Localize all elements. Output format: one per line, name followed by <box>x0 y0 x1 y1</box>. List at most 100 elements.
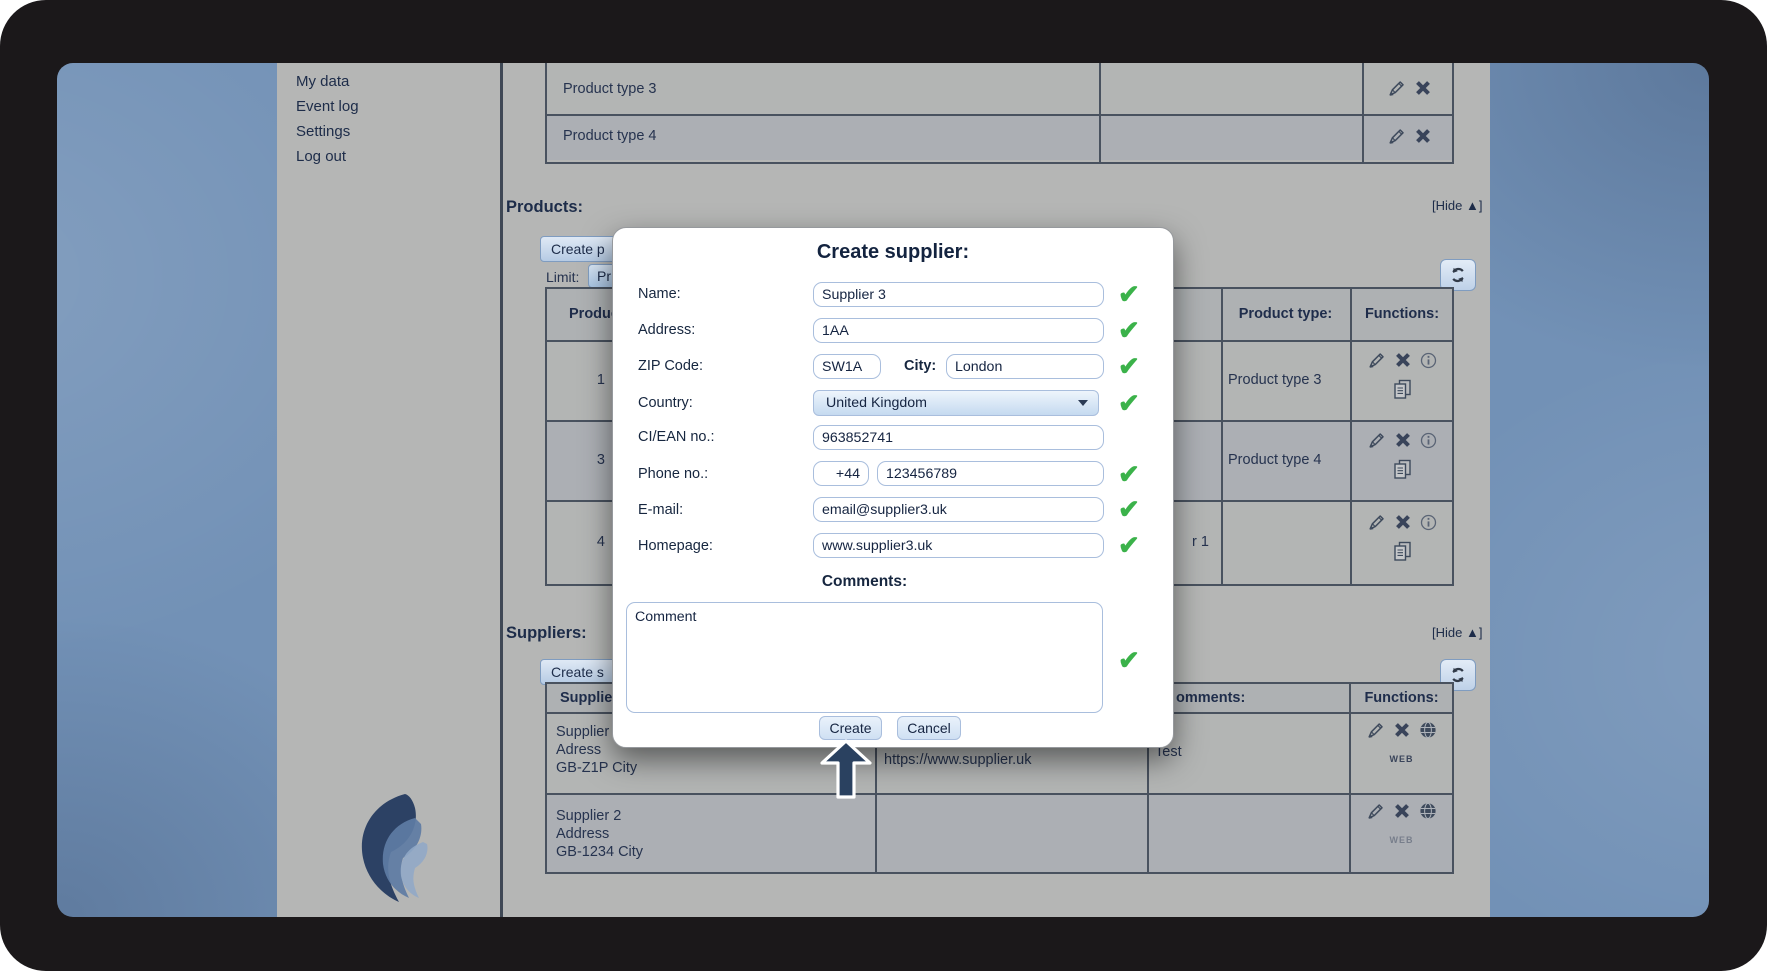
screenshot-stage: My data Event log Settings Log out Produ… <box>0 0 1767 971</box>
sidebar-panel <box>277 63 500 917</box>
country-select[interactable]: United Kingdom <box>813 390 1099 416</box>
globe-icon[interactable] <box>1419 802 1437 820</box>
edit-icon[interactable] <box>1368 513 1386 531</box>
products-heading: Products: <box>506 198 583 217</box>
ciean-field[interactable] <box>813 425 1104 450</box>
dialog-title: Create supplier: <box>613 241 1173 264</box>
delete-icon[interactable] <box>1415 128 1431 144</box>
suppliers-header-functions: Functions: <box>1349 690 1454 706</box>
web-link-label[interactable]: WEB <box>1349 754 1454 764</box>
delete-icon[interactable] <box>1395 432 1411 448</box>
ciean-label: CI/EAN no.: <box>638 429 715 445</box>
copy-icon[interactable] <box>1391 378 1414 401</box>
product-types-table: Product type 3 Product type 4 <box>545 63 1454 164</box>
sidebar-item-my-data[interactable]: My data <box>296 73 349 90</box>
table-row <box>547 63 1452 114</box>
info-icon[interactable] <box>1420 514 1437 531</box>
valid-check-icon: ✔ <box>1118 390 1140 416</box>
name-label: Name: <box>638 286 681 302</box>
product-no: 4 <box>547 534 605 550</box>
edit-icon[interactable] <box>1388 127 1406 145</box>
product-type-cell: Product type 4 <box>1228 452 1322 468</box>
valid-check-icon: ✔ <box>1118 532 1140 558</box>
comments-field[interactable] <box>626 602 1103 713</box>
supplier-homepage: https://www.supplier.uk <box>884 752 1032 768</box>
company-swirl-logo <box>345 790 435 908</box>
info-icon[interactable] <box>1420 352 1437 369</box>
supplier-fragment: r 1 <box>1192 534 1209 550</box>
products-hide-link[interactable]: [Hide ▲] <box>1432 198 1482 213</box>
delete-icon[interactable] <box>1395 514 1411 530</box>
comments-label: Comments: <box>626 573 1103 591</box>
name-field[interactable] <box>813 282 1104 307</box>
edit-icon[interactable] <box>1388 79 1406 97</box>
table-row <box>547 114 1452 160</box>
address-field[interactable] <box>813 318 1104 343</box>
copy-icon[interactable] <box>1391 458 1414 481</box>
info-icon[interactable] <box>1420 432 1437 449</box>
valid-check-icon: ✔ <box>1118 496 1140 522</box>
sidebar-item-settings[interactable]: Settings <box>296 123 350 140</box>
product-type-cell: Product type 3 <box>1228 372 1322 388</box>
sidebar-item-event-log[interactable]: Event log <box>296 98 359 115</box>
delete-icon[interactable] <box>1415 80 1431 96</box>
suppliers-hide-link[interactable]: [Hide ▲] <box>1432 625 1482 640</box>
supplier-city: GB-Z1P City <box>556 760 637 776</box>
create-supplier-dialog: Create supplier: Name: ✔ Address: ✔ ZIP … <box>612 227 1174 748</box>
chevron-down-icon <box>1078 400 1088 406</box>
delete-icon[interactable] <box>1394 722 1410 738</box>
suppliers-header-supplier: Supplie <box>560 690 612 706</box>
supplier-city: GB-1234 City <box>556 844 643 860</box>
sidebar-item-log-out[interactable]: Log out <box>296 148 346 165</box>
refresh-icon <box>1448 265 1468 285</box>
phone-prefix-field[interactable] <box>813 461 869 486</box>
valid-check-icon: ✔ <box>1118 647 1140 673</box>
create-button[interactable]: Create <box>819 716 882 740</box>
edit-icon[interactable] <box>1368 431 1386 449</box>
phone-field[interactable] <box>877 461 1104 486</box>
valid-check-icon: ✔ <box>1118 281 1140 307</box>
delete-icon[interactable] <box>1395 352 1411 368</box>
homepage-label: Homepage: <box>638 538 713 554</box>
country-label: Country: <box>638 395 693 411</box>
city-field[interactable] <box>946 354 1104 379</box>
homepage-field[interactable] <box>813 533 1104 558</box>
copy-icon[interactable] <box>1391 540 1414 563</box>
products-header-product-type: Product type: <box>1221 306 1350 322</box>
cancel-button[interactable]: Cancel <box>897 716 961 740</box>
zip-field[interactable] <box>813 354 881 379</box>
edit-icon[interactable] <box>1368 351 1386 369</box>
sidebar-divider <box>500 63 503 917</box>
phone-label: Phone no.: <box>638 466 708 482</box>
table-row <box>547 793 1452 872</box>
edit-icon[interactable] <box>1367 721 1385 739</box>
product-no: 1 <box>547 372 605 388</box>
products-header-functions: Functions: <box>1350 306 1454 322</box>
zip-label: ZIP Code: <box>638 358 703 374</box>
supplier-name: Supplier <box>556 724 609 740</box>
product-type-name: Product type 3 <box>563 81 657 97</box>
email-field[interactable] <box>813 497 1104 522</box>
delete-icon[interactable] <box>1394 803 1410 819</box>
annotation-arrow-up <box>820 739 872 799</box>
limit-dropdown-value: Pr <box>597 268 611 284</box>
limit-label: Limit: <box>546 269 579 285</box>
valid-check-icon: ✔ <box>1118 317 1140 343</box>
supplier-name: Supplier 2 <box>556 808 621 824</box>
supplier-address: Adress <box>556 742 601 758</box>
supplier-address: Address <box>556 826 609 842</box>
email-label: E-mail: <box>638 502 683 518</box>
suppliers-heading: Suppliers: <box>506 624 587 643</box>
valid-check-icon: ✔ <box>1118 461 1140 487</box>
product-no: 3 <box>547 452 605 468</box>
product-type-name: Product type 4 <box>563 128 657 144</box>
valid-check-icon: ✔ <box>1118 353 1140 379</box>
web-link-label[interactable]: WEB <box>1349 835 1454 845</box>
city-label: City: <box>904 358 936 374</box>
edit-icon[interactable] <box>1367 802 1385 820</box>
suppliers-header-comments: omments: <box>1176 690 1245 706</box>
address-label: Address: <box>638 322 695 338</box>
country-select-value: United Kingdom <box>826 395 927 411</box>
app-page: My data Event log Settings Log out Produ… <box>57 63 1709 917</box>
globe-icon[interactable] <box>1419 721 1437 739</box>
